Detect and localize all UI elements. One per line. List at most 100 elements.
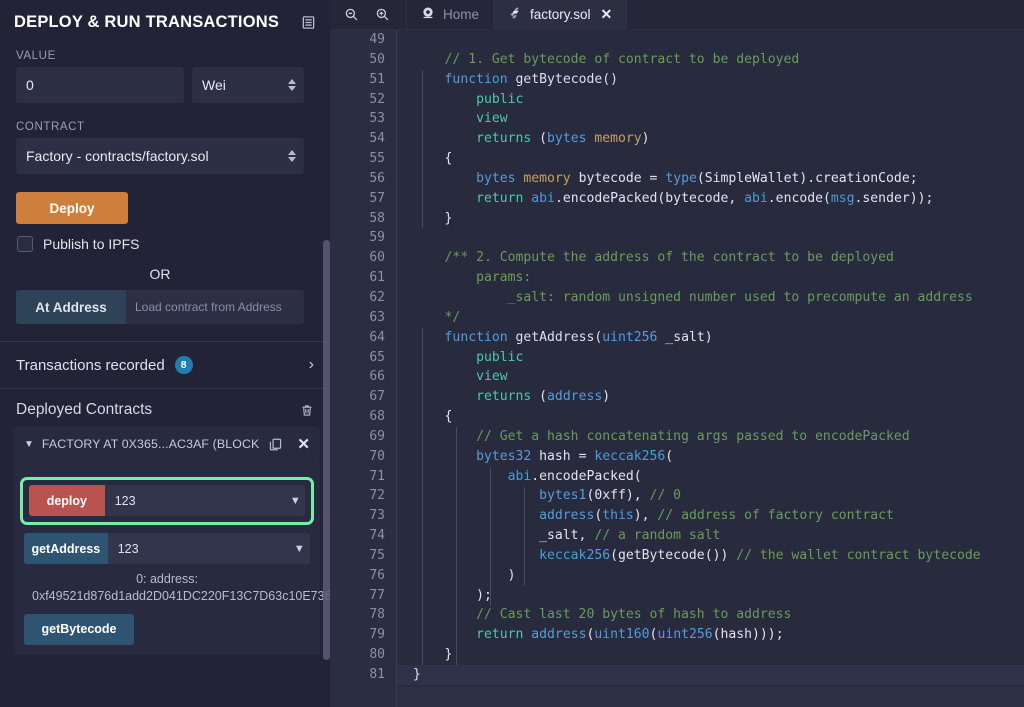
editor-bottom-strip <box>397 687 1024 707</box>
code-line[interactable]: _salt: random unsigned number used to pr… <box>397 288 1024 308</box>
publish-to-ipfs-row[interactable]: Publish to IPFS <box>17 236 330 252</box>
code-line[interactable]: { <box>397 407 1024 427</box>
code-line[interactable]: } <box>397 209 1024 229</box>
code-line[interactable]: } <box>397 665 1024 685</box>
code-token: returns <box>476 389 532 405</box>
tab-home[interactable]: Home <box>406 0 495 29</box>
code-token: bytes32 <box>476 448 532 464</box>
transactions-recorded-left: Transactions recorded 8 <box>16 356 193 374</box>
line-number: 72 <box>369 488 385 504</box>
code-token: view <box>476 369 508 385</box>
contract-select[interactable]: Factory - contracts/factory.sol <box>16 138 304 174</box>
code-line[interactable]: bytes32 hash = keccak256( <box>397 447 1024 467</box>
code-line[interactable]: returns (bytes memory) <box>397 129 1024 149</box>
function-button-deploy[interactable]: deploy <box>29 485 105 516</box>
code-line[interactable]: _salt, // a random salt <box>397 526 1024 546</box>
contract-row: Factory - contracts/factory.sol <box>0 138 330 174</box>
line-number: 78 <box>369 607 385 623</box>
code-token: // the wallet contract bytecode <box>736 547 981 563</box>
code-line[interactable]: public <box>397 348 1024 368</box>
close-icon[interactable]: ✕ <box>297 435 310 453</box>
code-token: address <box>547 389 603 405</box>
deploy-run-panel: DEPLOY & RUN TRANSACTIONS VALUE Wei CONT… <box>0 0 330 707</box>
zoom-in-icon[interactable] <box>375 7 390 22</box>
code-line[interactable]: /** 2. Compute the address of the contra… <box>397 248 1024 268</box>
code-line[interactable]: } <box>397 645 1024 665</box>
tab-factory-sol[interactable]: factory.sol ✕ <box>494 0 628 29</box>
function-output-getaddress: 0: address: 0xf49521d876d1add2D041DC220F… <box>32 572 330 603</box>
line-number: 74 <box>369 528 385 544</box>
at-address-button[interactable]: At Address <box>16 290 126 324</box>
code-line[interactable]: // Get a hash concatenating args passed … <box>397 427 1024 447</box>
code-line[interactable]: // 1. Get bytecode of contract to be dep… <box>397 50 1024 70</box>
instance-header[interactable]: ▼ FACTORY AT 0X365...AC3AF (BLOCK( ✕ <box>14 427 320 461</box>
function-row-deploy: deploy ▼ <box>29 485 305 516</box>
code-line[interactable]: address(this), // address of factory con… <box>397 506 1024 526</box>
value-input[interactable] <box>16 67 184 103</box>
line-number: 80 <box>369 647 385 663</box>
chevron-down-icon[interactable]: ▼ <box>24 439 34 450</box>
code-token: .encodePacked(bytecode, <box>554 190 745 206</box>
line-number: 64 <box>369 329 385 345</box>
code-line[interactable]: // Cast last 20 bytes of hash to address <box>397 605 1024 625</box>
load-contract-address-input[interactable] <box>126 290 304 324</box>
value-unit-select[interactable]: Wei <box>192 67 304 103</box>
code-line[interactable] <box>397 228 1024 248</box>
code-token: // 0 <box>649 488 682 504</box>
chevron-down-icon[interactable]: ▼ <box>288 533 310 564</box>
function-input-getaddress[interactable] <box>107 533 289 564</box>
close-icon[interactable]: ✕ <box>601 6 613 23</box>
sidebar-scrollbar[interactable] <box>323 240 330 660</box>
code-area[interactable]: 49 50 51 52 53 54 55 56 57 58 59 60 61 62 63 64 65 66 67 68… <box>330 30 1024 707</box>
code-line[interactable]: ) <box>397 566 1024 586</box>
code-line[interactable] <box>397 30 1024 50</box>
function-button-getbytecode[interactable]: getBytecode <box>24 613 134 645</box>
panel-header: DEPLOY & RUN TRANSACTIONS <box>0 0 330 32</box>
code-token: bytes <box>547 131 587 147</box>
transactions-recorded-row[interactable]: Transactions recorded 8 › <box>0 342 330 388</box>
chevron-down-icon[interactable]: ▼ <box>285 485 305 516</box>
zoom-out-icon[interactable] <box>344 7 359 22</box>
function-button-getaddress[interactable]: getAddress <box>24 533 108 564</box>
code-line[interactable]: abi.encodePacked( <box>397 467 1024 487</box>
copy-icon[interactable] <box>268 437 283 452</box>
code-line[interactable]: { <box>397 149 1024 169</box>
line-number: 73 <box>369 508 385 524</box>
tab-home-label: Home <box>443 7 480 22</box>
code-line[interactable]: bytes1(0xff), // 0 <box>397 486 1024 506</box>
trash-icon[interactable] <box>300 403 314 418</box>
code-line[interactable]: function getAddress(uint256 _salt) <box>397 328 1024 348</box>
code-lines[interactable]: // 1. Get bytecode of contract to be dep… <box>397 30 1024 707</box>
code-line[interactable]: function getBytecode() <box>397 70 1024 90</box>
code-line[interactable]: view <box>397 109 1024 129</box>
line-number: 50 <box>369 51 385 67</box>
code-token: (hash))); <box>712 627 784 643</box>
code-line[interactable]: return address(uint160(uint256(hash))); <box>397 625 1024 645</box>
contract-select-wrap: Factory - contracts/factory.sol <box>16 138 304 174</box>
line-number: 61 <box>369 270 385 286</box>
book-icon[interactable] <box>301 15 316 30</box>
code-line[interactable]: */ <box>397 308 1024 328</box>
chevron-right-icon[interactable]: › <box>309 356 314 374</box>
line-number-gutter: 49 50 51 52 53 54 55 56 57 58 59 60 61 62 63 64 65 66 67 68… <box>330 30 396 707</box>
deploy-button[interactable]: Deploy <box>16 192 128 224</box>
contract-label: CONTRACT <box>16 121 85 133</box>
line-number: 70 <box>369 448 385 464</box>
transactions-recorded-label: Transactions recorded <box>16 356 165 374</box>
code-line[interactable]: bytes memory bytecode = type(SimpleWalle… <box>397 169 1024 189</box>
code-token: view <box>476 111 508 127</box>
code-line[interactable]: public <box>397 90 1024 110</box>
code-line[interactable]: keccak256(getBytecode()) // the wallet c… <box>397 546 1024 566</box>
code-token: (0xff), <box>586 488 650 504</box>
code-line[interactable]: returns (address) <box>397 387 1024 407</box>
code-line[interactable]: params: <box>397 268 1024 288</box>
code-line[interactable]: view <box>397 367 1024 387</box>
code-line[interactable]: ); <box>397 586 1024 606</box>
instance-body: deploy ▼ getAddress ▼ 0: address: 0xf495… <box>14 461 330 655</box>
code-line[interactable]: return abi.encodePacked(bytecode, abi.en… <box>397 189 1024 209</box>
function-input-deploy[interactable] <box>104 485 286 516</box>
publish-to-ipfs-checkbox[interactable] <box>17 236 33 252</box>
